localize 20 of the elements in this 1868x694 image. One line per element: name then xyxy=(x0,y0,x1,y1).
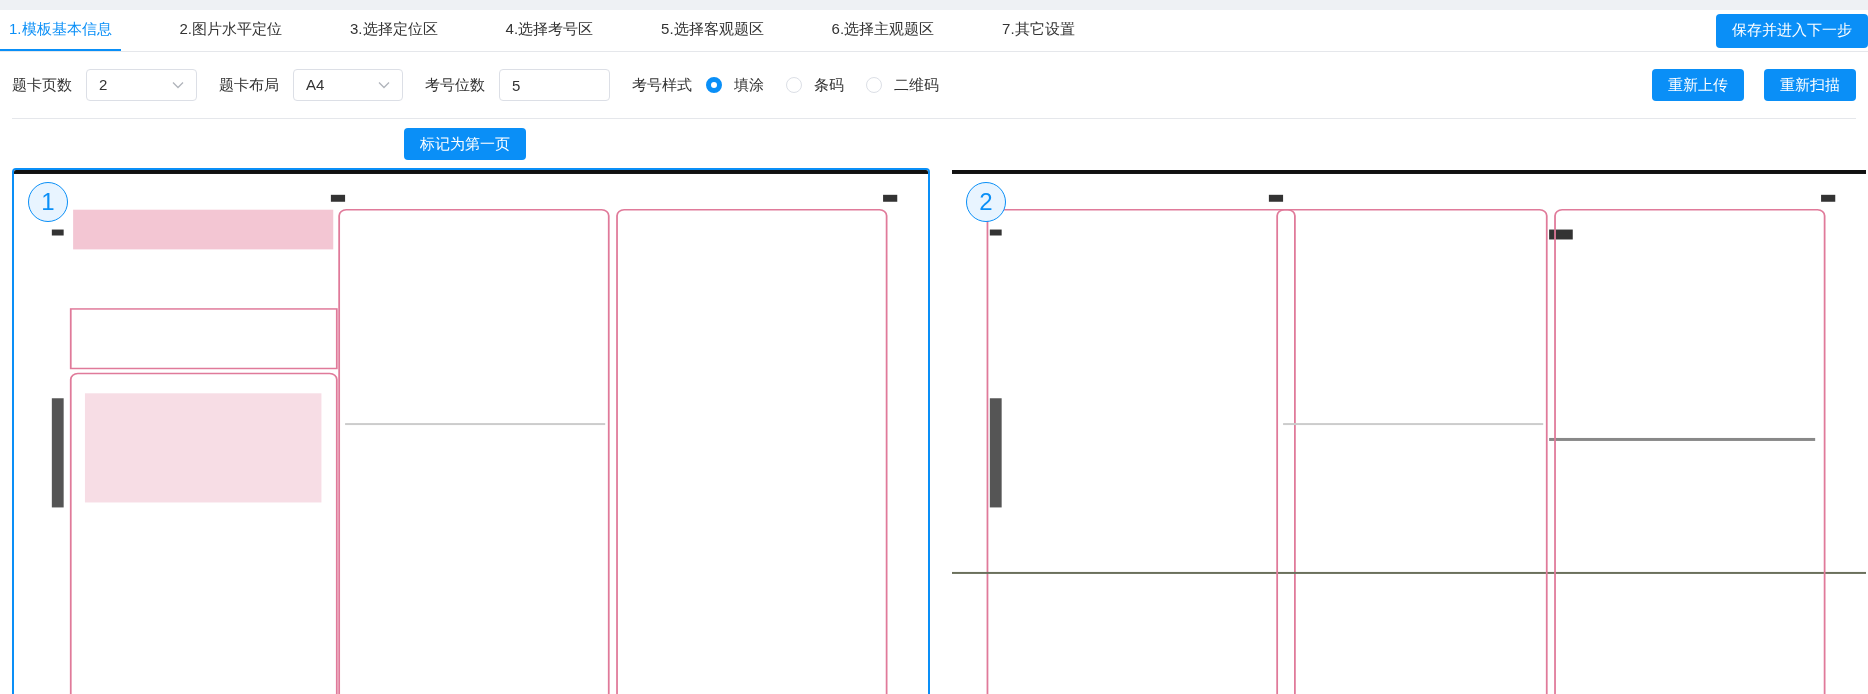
tab[interactable]: 5.选择客观题区 xyxy=(652,10,773,51)
field-label: 题卡布局 xyxy=(219,74,279,95)
chevron-down-icon xyxy=(172,81,184,89)
tab[interactable]: 4.选择考号区 xyxy=(496,10,603,51)
tab[interactable]: 7.其它设置 xyxy=(993,10,1084,51)
radio-label[interactable]: 二维码 xyxy=(894,73,939,97)
tab[interactable]: 2.图片水平定位 xyxy=(170,10,292,51)
field-label: 题卡页数 xyxy=(12,74,72,95)
tab[interactable]: 6.选择主观题区 xyxy=(822,10,944,51)
tab[interactable]: 3.选择定位区 xyxy=(341,10,447,51)
radio-label[interactable]: 条码 xyxy=(814,73,844,97)
tab[interactable]: 1.模板基本信息 xyxy=(0,10,121,51)
radio-label[interactable]: 填涂 xyxy=(734,73,764,97)
dropdown[interactable]: 2 xyxy=(86,69,197,101)
digits-input[interactable]: 5 xyxy=(499,69,610,101)
radio-button[interactable] xyxy=(706,77,722,93)
chevron-down-icon xyxy=(378,81,390,89)
dropdown[interactable]: A4 xyxy=(293,69,403,101)
field-label: 考号样式 xyxy=(632,74,692,95)
field-label: 考号位数 xyxy=(425,74,485,95)
